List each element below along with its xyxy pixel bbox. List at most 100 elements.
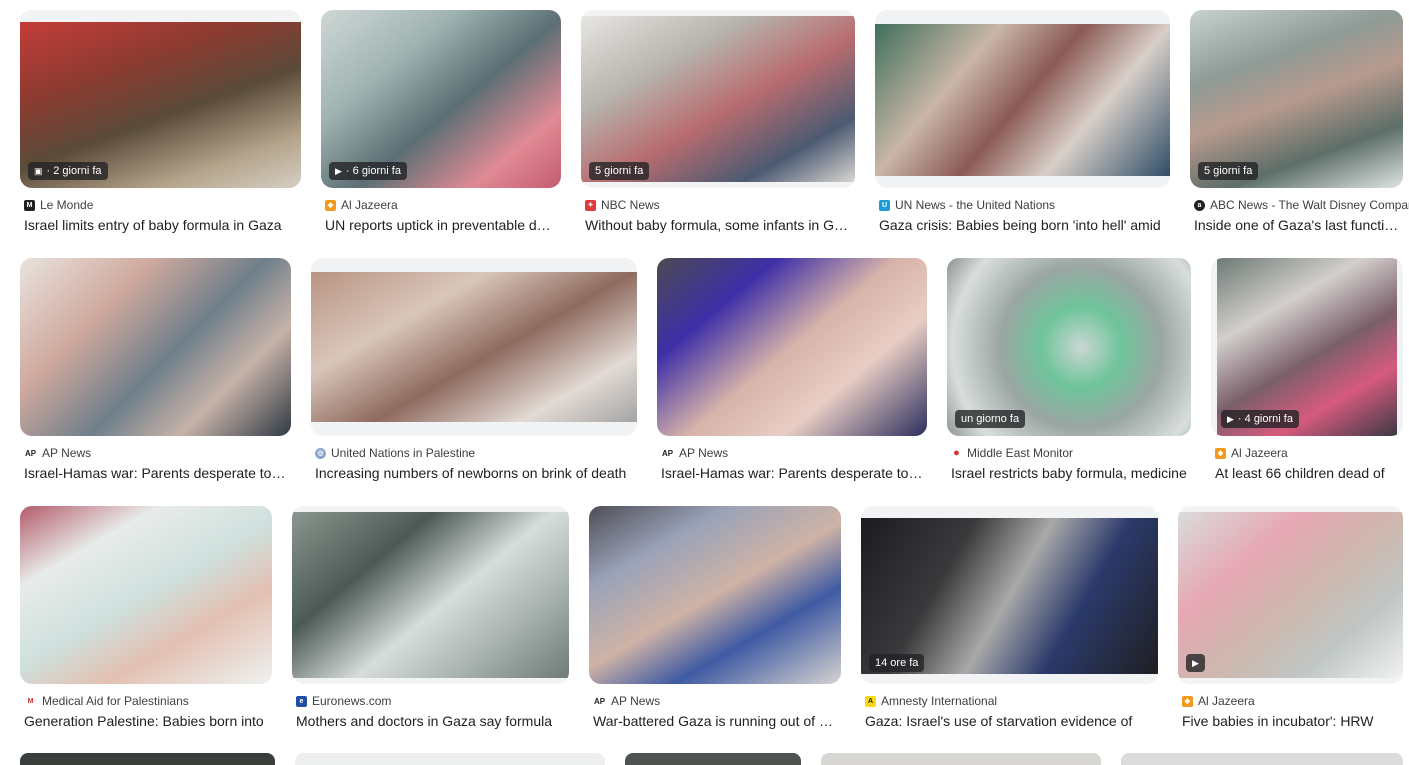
source-line[interactable]: AP AP News	[661, 445, 728, 461]
result-title[interactable]: Without baby formula, some infants in Ga…	[585, 215, 851, 235]
source-name: Euronews.com	[312, 694, 392, 708]
source-name: AP News	[679, 446, 729, 460]
source-line[interactable]: M Medical Aid for Palestinians	[24, 693, 189, 709]
result-thumbnail[interactable]: 5 giorni fa	[1190, 10, 1403, 188]
source-name: Le Monde	[40, 198, 94, 212]
source-line[interactable]: ◆ Al Jazeera	[1182, 693, 1255, 709]
badge: ▶ · 4 giorni fa	[1221, 410, 1299, 428]
favicon-icon: ◆	[325, 199, 336, 211]
source-line[interactable]: M Le Monde	[24, 197, 93, 213]
result-thumbnail[interactable]: un giorno fa	[947, 258, 1191, 436]
result-title[interactable]: War-battered Gaza is running out of baby	[593, 711, 837, 731]
result-title[interactable]: Israel limits entry of baby formula in G…	[24, 215, 300, 235]
result-thumbnail[interactable]	[875, 10, 1170, 188]
partial-thumbnail[interactable]	[821, 753, 1101, 765]
favicon-icon: AP	[593, 695, 606, 707]
source-name: AP News	[42, 446, 92, 460]
image-result-card[interactable]: U UN News - the United Nations Gaza crisi…	[875, 10, 1170, 240]
result-image	[581, 16, 855, 182]
play-icon: ▶	[335, 166, 342, 176]
source-line[interactable]: A Amnesty International	[865, 693, 997, 709]
result-thumbnail[interactable]: ▶ · 6 giorni fa	[321, 10, 561, 188]
favicon-icon: ◆	[1182, 695, 1193, 707]
source-line[interactable]: e Euronews.com	[296, 693, 391, 709]
result-image	[20, 258, 291, 436]
image-result-card[interactable]: AP AP News Israel-Hamas war: Parents desp…	[657, 258, 927, 488]
partial-thumbnail[interactable]	[295, 753, 605, 765]
partial-thumbnail[interactable]	[625, 753, 801, 765]
image-result-card[interactable]: 5 giorni fa ✦ NBC News Without baby formu…	[581, 10, 855, 240]
source-name: United Nations in Palestine	[331, 446, 476, 460]
result-title[interactable]: Mothers and doctors in Gaza say formula	[296, 711, 565, 731]
source-line[interactable]: ✦ NBC News	[585, 197, 660, 213]
result-thumbnail[interactable]: ▣ · 2 giorni fa	[20, 10, 301, 188]
result-thumbnail[interactable]: 5 giorni fa	[581, 10, 855, 188]
result-title[interactable]: Gaza crisis: Babies being born 'into hel…	[879, 215, 1166, 235]
result-title[interactable]: Increasing numbers of newborns on brink …	[315, 463, 633, 483]
result-thumbnail[interactable]	[292, 506, 569, 684]
image-result-card[interactable]: ▶ · 6 giorni fa ◆ Al Jazeera UN reports up…	[321, 10, 561, 240]
result-image	[875, 24, 1170, 176]
source-name: Al Jazeera	[341, 198, 398, 212]
favicon-icon: AP	[24, 447, 37, 459]
result-title[interactable]: At least 66 children dead of	[1215, 463, 1399, 483]
result-title[interactable]: Israel restricts baby formula, medicine	[951, 463, 1187, 483]
favicon-icon: A	[865, 695, 876, 707]
image-result-card[interactable]: M Medical Aid for Palestinians Generation…	[20, 506, 272, 736]
image-result-card[interactable]: ▶ · 4 giorni fa ◆ Al Jazeera At least 66 c…	[1211, 258, 1403, 488]
result-thumbnail[interactable]	[657, 258, 927, 436]
result-title[interactable]: Israel-Hamas war: Parents desperate to f…	[24, 463, 287, 483]
result-thumbnail[interactable]: ▶	[1178, 506, 1403, 684]
image-result-card[interactable]: un giorno fa ● Middle East Monitor Israel…	[947, 258, 1191, 488]
result-image	[657, 258, 927, 436]
image-result-card[interactable]: ◎ United Nations in Palestine Increasing …	[311, 258, 637, 488]
result-title[interactable]: Gaza: Israel's use of starvation evidenc…	[865, 711, 1154, 731]
image-result-card[interactable]: 5 giorni fa a ABC News - The Walt Disney …	[1190, 10, 1409, 240]
result-title[interactable]: Generation Palestine: Babies born into	[24, 711, 268, 731]
source-line[interactable]: AP AP News	[24, 445, 91, 461]
result-thumbnail[interactable]: 14 ore fa	[861, 506, 1158, 684]
source-line[interactable]: ◎ United Nations in Palestine	[315, 445, 475, 461]
image-icon: ▣	[34, 166, 43, 176]
badge: 14 ore fa	[869, 654, 925, 672]
source-line[interactable]: U UN News - the United Nations	[879, 197, 1055, 213]
partial-thumbnail[interactable]	[20, 753, 275, 765]
image-result-card[interactable]: ▣ · 2 giorni fa M Le Monde Israel limits e…	[20, 10, 301, 240]
image-result-card[interactable]: e Euronews.com Mothers and doctors in Gaz…	[292, 506, 569, 736]
source-name: UN News - the United Nations	[895, 198, 1056, 212]
image-result-card[interactable]: AP AP News Israel-Hamas war: Parents desp…	[20, 258, 291, 488]
result-thumbnail[interactable]: ▶ · 4 giorni fa	[1211, 258, 1403, 436]
partial-thumbnail[interactable]	[1121, 753, 1403, 765]
source-line[interactable]: AP AP News	[593, 693, 660, 709]
source-line[interactable]: ◆ Al Jazeera	[1215, 445, 1288, 461]
result-image	[589, 506, 841, 684]
play-icon: ▶	[1192, 658, 1199, 668]
result-thumbnail[interactable]	[20, 506, 272, 684]
badge: ▶	[1186, 654, 1205, 672]
image-result-card[interactable]: 14 ore fa A Amnesty International Gaza: I…	[861, 506, 1158, 736]
badge: un giorno fa	[955, 410, 1026, 428]
favicon-icon: AP	[661, 447, 674, 459]
source-line[interactable]: a ABC News - The Walt Disney Company	[1194, 197, 1409, 213]
source-line[interactable]: ◆ Al Jazeera	[325, 197, 398, 213]
result-title[interactable]: Five babies in incubator': HRW	[1182, 711, 1399, 731]
source-line[interactable]: ● Middle East Monitor	[951, 445, 1073, 461]
favicon-icon: ◎	[315, 447, 326, 459]
result-title[interactable]: Israel-Hamas war: Parents desperate to f…	[661, 463, 923, 483]
result-thumbnail[interactable]	[311, 258, 637, 436]
image-result-card[interactable]: AP AP News War-battered Gaza is running o…	[589, 506, 841, 736]
play-icon: ▶	[1227, 414, 1234, 424]
result-thumbnail[interactable]	[589, 506, 841, 684]
image-result-card[interactable]: ▶ ◆ Al Jazeera Five babies in incubator':…	[1178, 506, 1403, 736]
source-name: Medical Aid for Palestinians	[42, 694, 189, 708]
favicon-icon: ●	[953, 446, 960, 459]
source-name: AP News	[611, 694, 661, 708]
favicon-icon: M	[24, 695, 37, 707]
result-image	[20, 506, 272, 684]
favicon-icon: e	[296, 695, 307, 707]
result-image	[311, 272, 637, 422]
result-thumbnail[interactable]	[20, 258, 291, 436]
source-name: Al Jazeera	[1198, 694, 1255, 708]
result-title[interactable]: Inside one of Gaza's last functioning ho…	[1194, 215, 1399, 235]
result-title[interactable]: UN reports uptick in preventable deaths …	[325, 215, 557, 235]
